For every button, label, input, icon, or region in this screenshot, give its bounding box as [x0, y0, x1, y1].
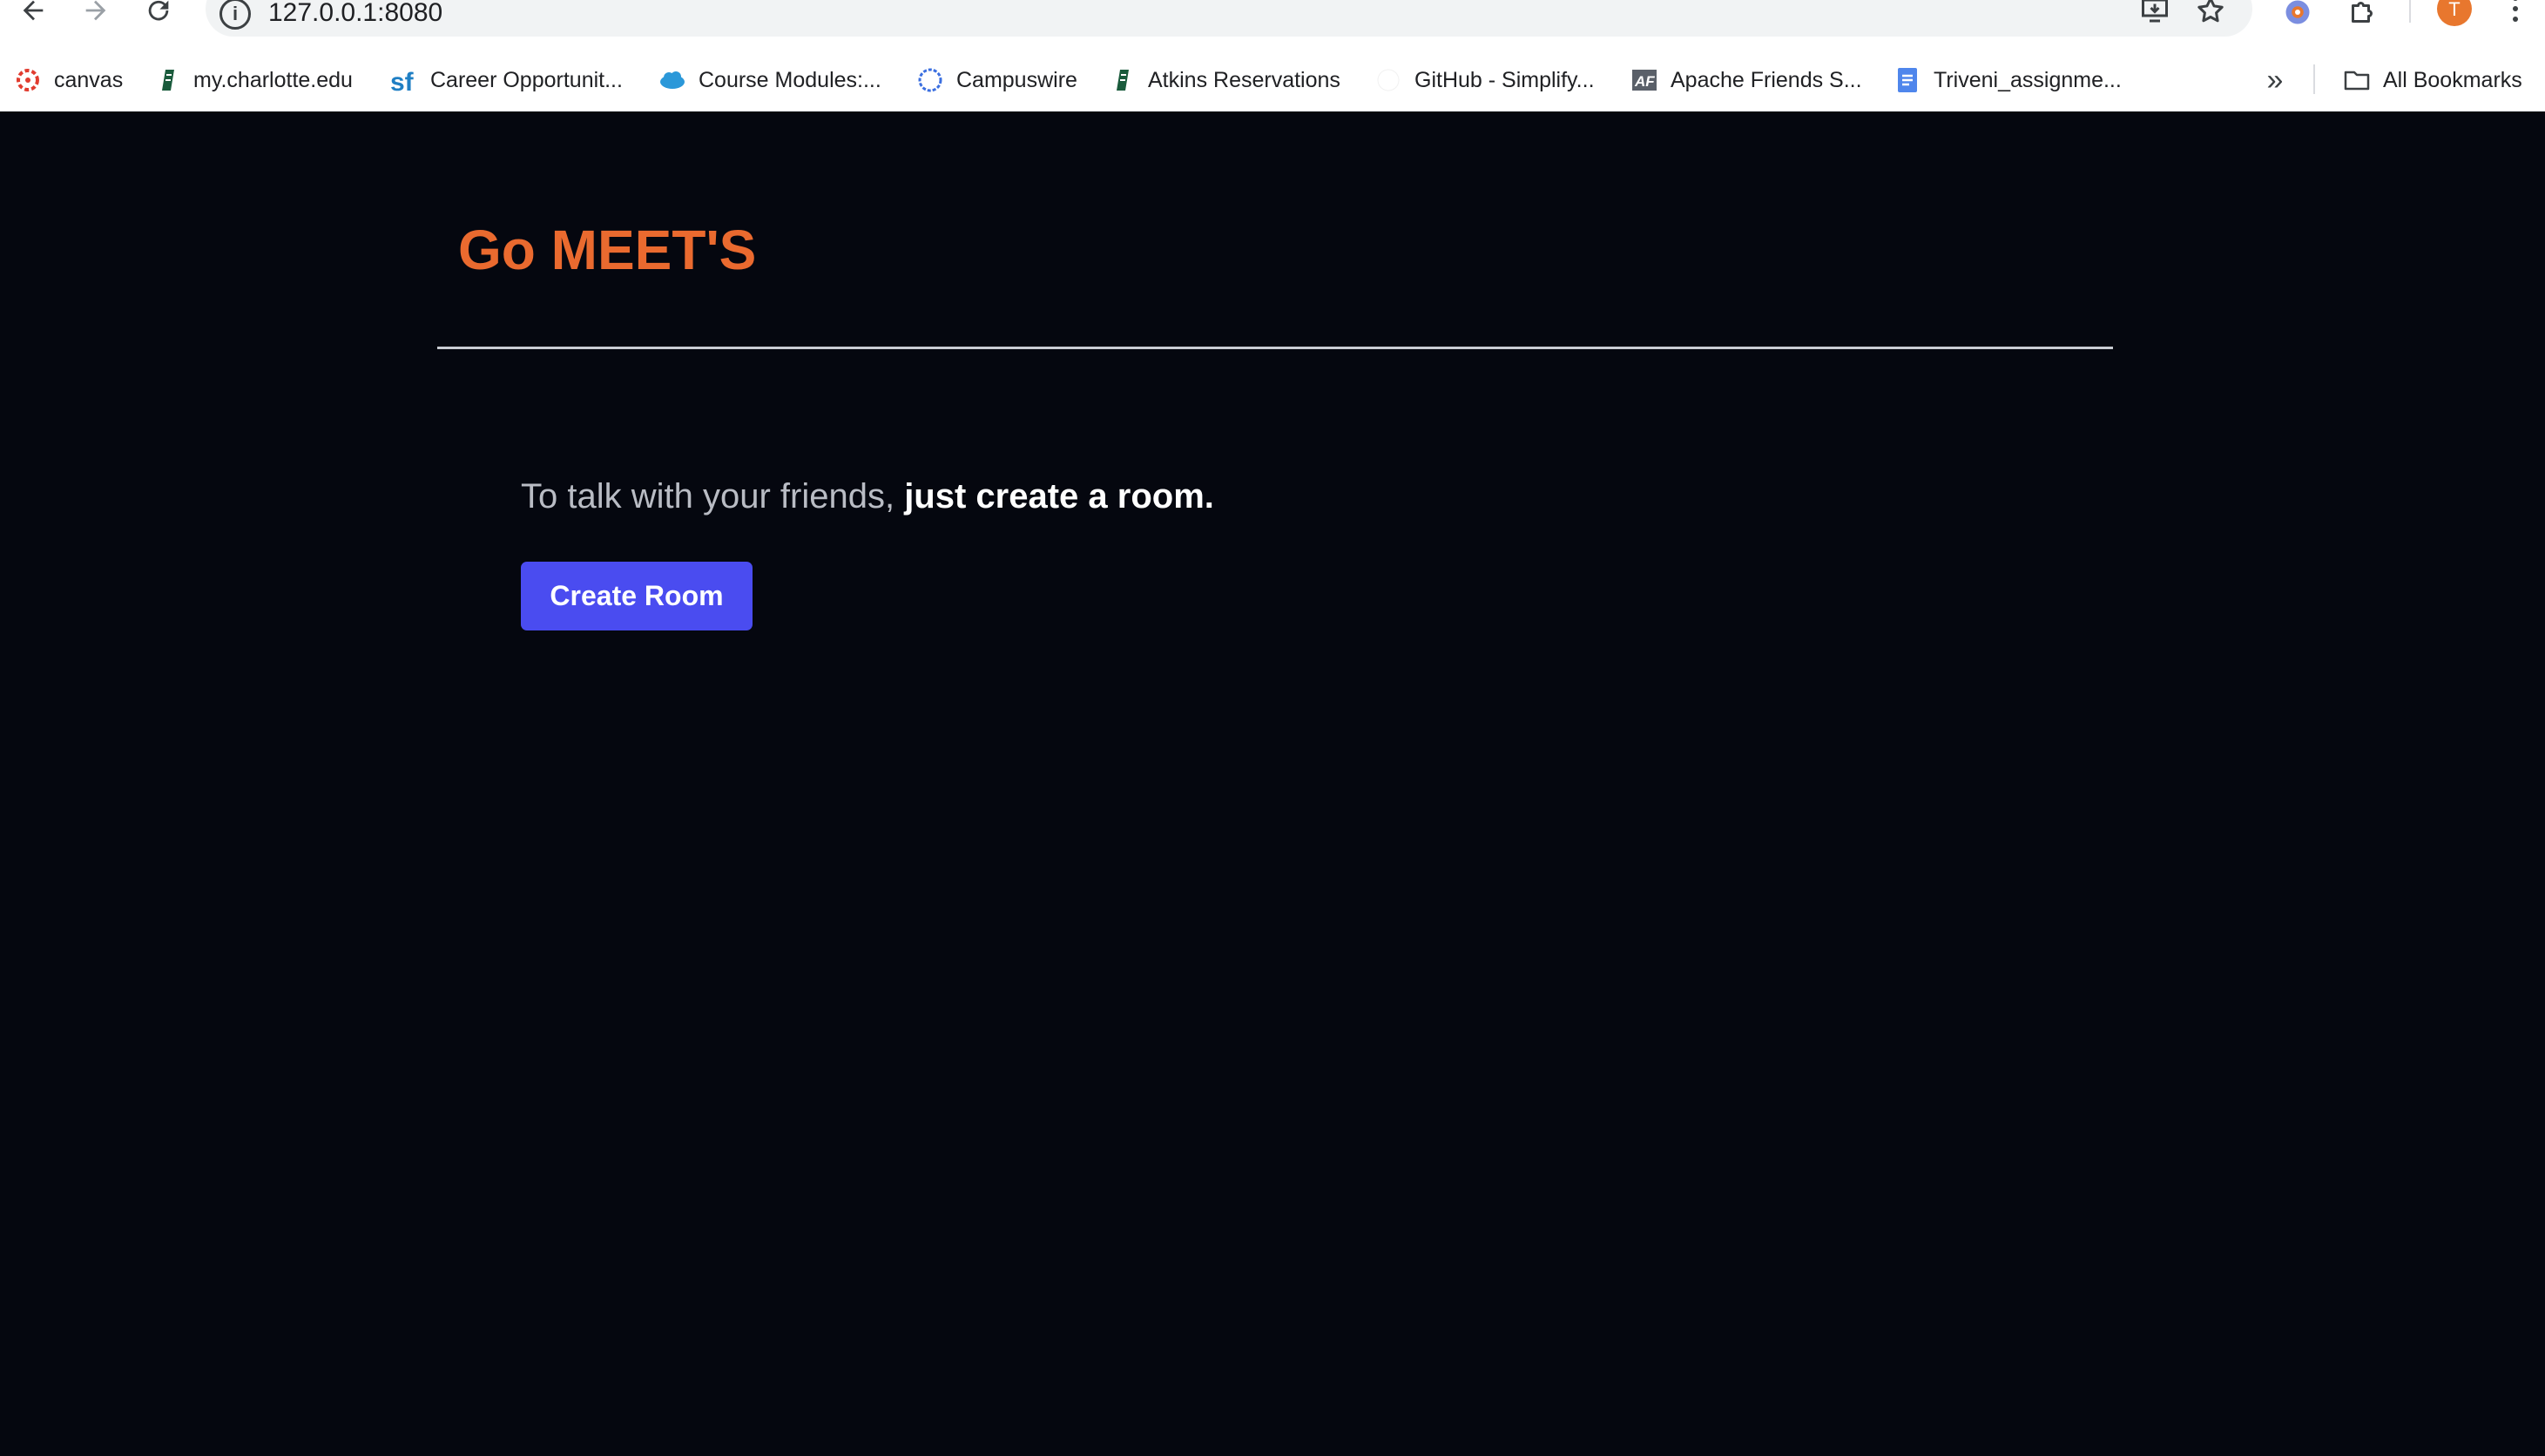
bookmark-atkins-reservations[interactable]: Atkins Reservations [1108, 61, 1340, 99]
install-app-icon[interactable] [2134, 0, 2176, 28]
bookmark-star-icon[interactable] [2190, 0, 2231, 28]
successfactors-icon: sf [390, 66, 418, 94]
forward-button[interactable] [71, 0, 120, 28]
arrow-left-icon [23, 0, 44, 21]
puzzle-extensions-icon[interactable] [2345, 0, 2380, 30]
charlotte-icon [153, 66, 181, 94]
create-room-button[interactable]: Create Room [521, 562, 753, 630]
salesforce-cloud-icon [658, 66, 686, 94]
brand-title: Go MEET'S [458, 219, 757, 281]
canvas-icon [14, 66, 42, 94]
address-bar[interactable]: i 127.0.0.1:8080 [206, 0, 2252, 37]
header-divider [437, 347, 2113, 349]
url-text[interactable]: 127.0.0.1:8080 [268, 0, 442, 28]
page-content: Go MEET'S To talk with your friends, jus… [0, 111, 2545, 1456]
bookmark-apache-friends[interactable]: AF Apache Friends S... [1630, 61, 1862, 99]
github-icon [1374, 66, 1402, 94]
tagline: To talk with your friends, just create a… [521, 477, 1214, 516]
google-docs-icon [1894, 66, 1921, 94]
toolbar-divider [2409, 0, 2411, 23]
extension-icon[interactable] [2280, 0, 2315, 30]
all-bookmarks-button[interactable]: All Bookmarks [2343, 61, 2522, 99]
bookmark-career-opportunities[interactable]: sf Career Opportunit... [390, 61, 623, 99]
bookmark-campuswire[interactable]: Campuswire [916, 61, 1077, 99]
browser-chrome: i 127.0.0.1:8080 T canvas my.charlotte.e… [0, 0, 2545, 111]
tagline-prefix: To talk with your friends, [521, 477, 905, 516]
folder-icon [2343, 66, 2371, 94]
bookmark-my-charlotte[interactable]: my.charlotte.edu [153, 61, 353, 99]
back-button[interactable] [9, 0, 57, 28]
apache-friends-icon: AF [1630, 66, 1658, 94]
bookmark-course-modules[interactable]: Course Modules:... [658, 61, 881, 99]
reload-button[interactable] [134, 0, 183, 28]
bookmarks-divider [2313, 64, 2315, 94]
arrow-right-icon [85, 0, 106, 21]
bookmarks-bar: canvas my.charlotte.edu sf Career Opport… [0, 61, 2545, 99]
reload-icon [148, 0, 169, 21]
profile-avatar[interactable]: T [2437, 0, 2472, 26]
tagline-emphasis: just create a room. [904, 477, 1214, 516]
svg-text:AF: AF [1634, 73, 1655, 90]
kebab-menu-icon[interactable] [2505, 0, 2526, 24]
campuswire-icon [916, 66, 944, 94]
site-info-icon[interactable]: i [219, 0, 251, 30]
browser-toolbar: i 127.0.0.1:8080 T [0, 0, 2545, 42]
bookmark-canvas[interactable]: canvas [14, 61, 123, 99]
chevron-double-right-icon[interactable]: » [2258, 61, 2292, 99]
bookmark-github-simplify[interactable]: GitHub - Simplify... [1374, 61, 1595, 99]
svg-text:sf: sf [390, 68, 415, 94]
charlotte-icon [1108, 66, 1136, 94]
bookmark-triveni-assignment[interactable]: Triveni_assignme... [1894, 61, 2122, 99]
